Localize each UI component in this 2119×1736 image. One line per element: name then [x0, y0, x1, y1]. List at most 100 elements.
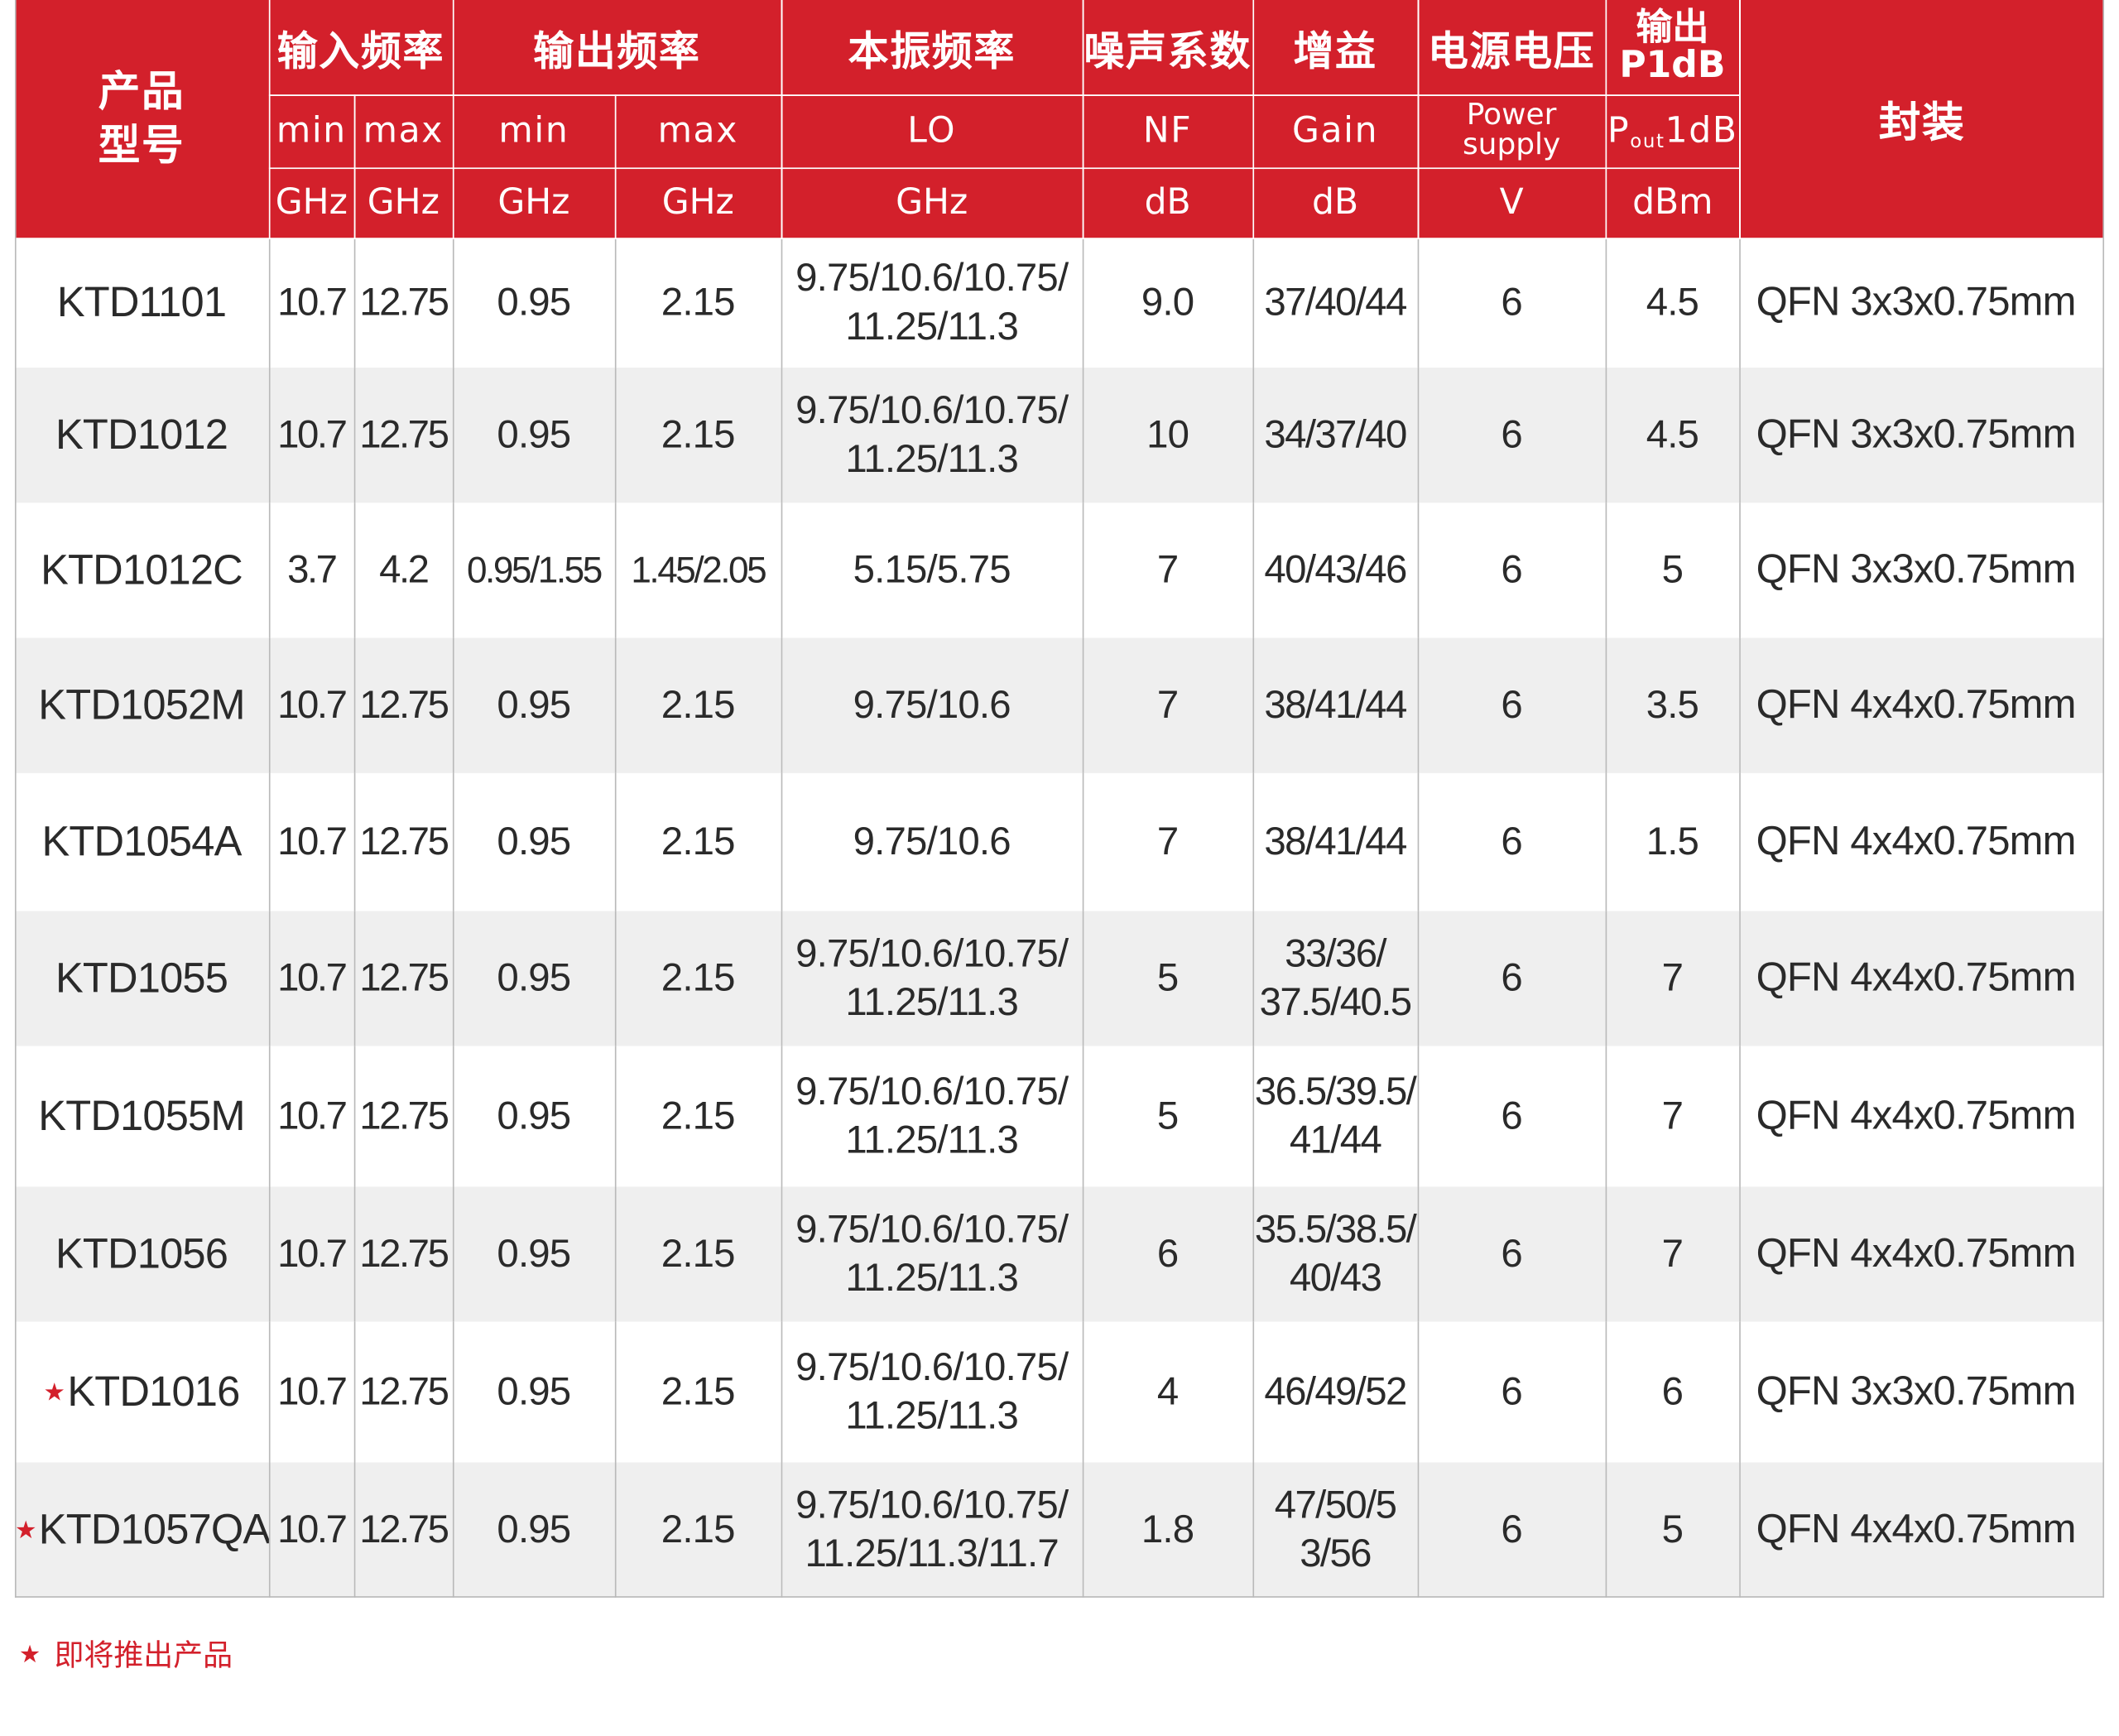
subheader-pout-p: P	[1607, 110, 1631, 151]
input-min-value: 10.7	[277, 1094, 348, 1138]
output-max-value: 2.15	[661, 684, 736, 728]
spec-table-sheet: 产品 型号 输入频率 输出频率 本振频率 噪声系数 增益 电源电压 输出 P1d…	[0, 0, 2119, 1735]
cell-model: KTD1052M	[14, 637, 270, 773]
input-max-value: 4.2	[379, 548, 430, 593]
cell-model: KTD1012C	[14, 503, 270, 638]
input-min-value: 3.7	[287, 548, 338, 593]
lo-line2: 11.25/11.3	[845, 981, 1018, 1025]
unit-output-max: GHz	[614, 167, 782, 239]
package-value: QFN 4x4x0.75mm	[1756, 682, 2077, 728]
lo-line1: 9.75/10.6	[853, 684, 1011, 728]
cell-lo: 5.15/5.75	[781, 503, 1084, 638]
cell-p1db: 3.5	[1605, 637, 1741, 773]
output-max-value: 2.15	[661, 413, 736, 457]
p1db-value: 7	[1661, 956, 1684, 1001]
table-row: KTD1055 10.7 12.75 0.95 2.15 9.75/10.6/10.75/…	[14, 911, 2105, 1046]
cell-voltage: 6	[1417, 637, 1607, 773]
output-max-value: 2.15	[661, 1370, 736, 1414]
cell-input-min: 10.7	[268, 911, 355, 1046]
model-name: KTD1054A	[41, 817, 242, 865]
lo-line2: 11.25/11.3	[845, 437, 1018, 482]
voltage-value: 6	[1501, 1094, 1522, 1138]
cell-output-max: 2.15	[614, 1462, 782, 1598]
table-row: KTD1056 10.7 12.75 0.95 2.15 9.75/10.6/10.75/…	[14, 1186, 2105, 1322]
gain-line2: 41/44	[1289, 1118, 1382, 1163]
package-value: QFN 4x4x0.75mm	[1756, 1507, 2077, 1552]
lo-line2: 11.25/11.3	[845, 1118, 1018, 1163]
nf-value: 1.8	[1141, 1508, 1194, 1552]
cell-p1db: 7	[1605, 911, 1741, 1046]
lo-line1: 9.75/10.6/10.75/	[795, 1346, 1069, 1390]
output-min-value: 0.95	[497, 1094, 571, 1138]
voltage-value: 6	[1501, 1370, 1522, 1414]
cell-output-min: 0.95	[452, 1046, 616, 1187]
cell-nf: 10	[1082, 368, 1254, 503]
subheader-output-min: min	[452, 94, 616, 169]
package-value: QFN 4x4x0.75mm	[1756, 1231, 2077, 1277]
input-min-value: 10.7	[277, 820, 348, 864]
cell-output-min: 0.95	[452, 637, 616, 773]
cell-voltage: 6	[1417, 772, 1607, 911]
subheader-gain: Gain	[1252, 94, 1419, 169]
output-min-value: 0.95	[497, 1370, 571, 1414]
model-name: KTD1012C	[41, 546, 243, 594]
cell-nf: 7	[1082, 772, 1254, 911]
cell-output-min: 0.95	[452, 772, 616, 911]
cell-input-max: 12.75	[353, 238, 454, 368]
output-max-value: 2.15	[661, 1232, 736, 1277]
gain-line2: 40/43	[1289, 1257, 1382, 1301]
header-model: 产品 型号	[14, 0, 270, 239]
gain-line1: 47/50/5	[1274, 1484, 1397, 1527]
cell-nf: 9.0	[1082, 238, 1254, 368]
cell-nf: 5	[1082, 1046, 1254, 1187]
unit-output-min: GHz	[452, 167, 616, 239]
unit-input-min: GHz	[268, 167, 355, 239]
cell-lo: 9.75/10.6/10.75/11.25/11.3	[781, 1186, 1084, 1322]
voltage-value: 6	[1501, 956, 1522, 1001]
table-row: KTD1055M 10.7 12.75 0.95 2.15 9.75/10.6/10.75…	[14, 1046, 2104, 1187]
cell-gain: 34/37/40	[1252, 368, 1419, 503]
output-max-value: 2.15	[661, 281, 736, 325]
cell-package: QFN 4x4x0.75mm	[1739, 773, 2104, 911]
input-min-value: 10.7	[277, 684, 348, 728]
input-min-value: 10.7	[277, 1370, 348, 1414]
cell-model: KTD1101	[14, 238, 270, 368]
lo-line2: 11.25/11.3/11.7	[805, 1532, 1060, 1576]
cell-p1db: 4.5	[1605, 368, 1741, 503]
p1db-value: 3.5	[1646, 684, 1699, 728]
subheader-pout-1db: Pout1dB	[1605, 94, 1740, 169]
output-min-value: 0.95/1.55	[466, 550, 603, 591]
p1db-value: 5	[1661, 1508, 1684, 1552]
header-output-p1db-line1: 输出	[1636, 6, 1709, 49]
star-icon: ★	[43, 1378, 65, 1406]
cell-voltage: 6	[1417, 238, 1607, 368]
cell-output-min: 0.95	[452, 1462, 616, 1598]
cell-nf: 1.8	[1082, 1462, 1254, 1598]
cell-voltage: 6	[1417, 1462, 1607, 1598]
nf-value: 7	[1156, 684, 1179, 728]
cell-output-min: 0.95	[452, 368, 616, 503]
input-min-value: 10.7	[277, 956, 348, 1001]
nf-value: 10	[1146, 413, 1189, 457]
header-model-line1: 产品	[98, 67, 185, 116]
subheader-power-line2: supply	[1462, 128, 1561, 162]
cell-output-max: 2.15	[614, 911, 782, 1046]
cell-nf: 7	[1082, 637, 1254, 773]
nf-value: 4	[1156, 1370, 1179, 1414]
model-name: KTD1016	[67, 1368, 240, 1416]
cell-voltage: 6	[1417, 1186, 1607, 1322]
cell-voltage: 6	[1417, 1046, 1607, 1187]
input-max-value: 12.75	[359, 820, 449, 864]
cell-package: QFN 3x3x0.75mm	[1739, 503, 2104, 637]
lo-line1: 9.75/10.6/10.75/	[795, 1208, 1069, 1252]
input-max-value: 12.75	[359, 1370, 449, 1414]
cell-voltage: 6	[1417, 368, 1607, 503]
subheader-pout-sub: out	[1630, 130, 1665, 152]
lo-line1: 9.75/10.6/10.75/	[795, 389, 1069, 433]
cell-nf: 4	[1082, 1321, 1254, 1463]
cell-nf: 7	[1082, 503, 1254, 638]
cell-lo: 9.75/10.6	[781, 637, 1084, 773]
footnote: ★ 即将推出产品	[19, 1632, 233, 1675]
unit-nf: dB	[1082, 167, 1254, 239]
cell-output-min: 0.95	[452, 1186, 616, 1322]
